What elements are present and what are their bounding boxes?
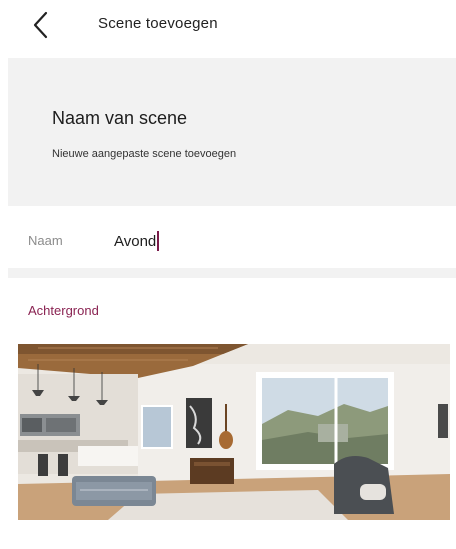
back-button[interactable] (26, 9, 58, 41)
name-input-value: Avond (114, 232, 157, 250)
page-title: Scene toevoegen (98, 15, 218, 32)
text-caret (157, 231, 160, 251)
name-field-row: Naam Avond (0, 212, 456, 268)
living-room-photo (18, 344, 450, 520)
section-description: Nieuwe aangepaste scene toevoegen (52, 148, 237, 160)
section-divider (8, 268, 456, 278)
section-heading: Naam van scene (52, 108, 188, 128)
background-section-label: Achtergrond (28, 303, 99, 318)
background-image[interactable] (18, 344, 450, 520)
name-field-label: Naam (28, 233, 63, 248)
top-bar: Scene toevoegen (0, 0, 456, 52)
chevron-left-icon (33, 11, 48, 39)
scene-name-header: Naam van scene Nieuwe aangepaste scene t… (8, 58, 456, 206)
name-input[interactable]: Avond (114, 230, 160, 252)
